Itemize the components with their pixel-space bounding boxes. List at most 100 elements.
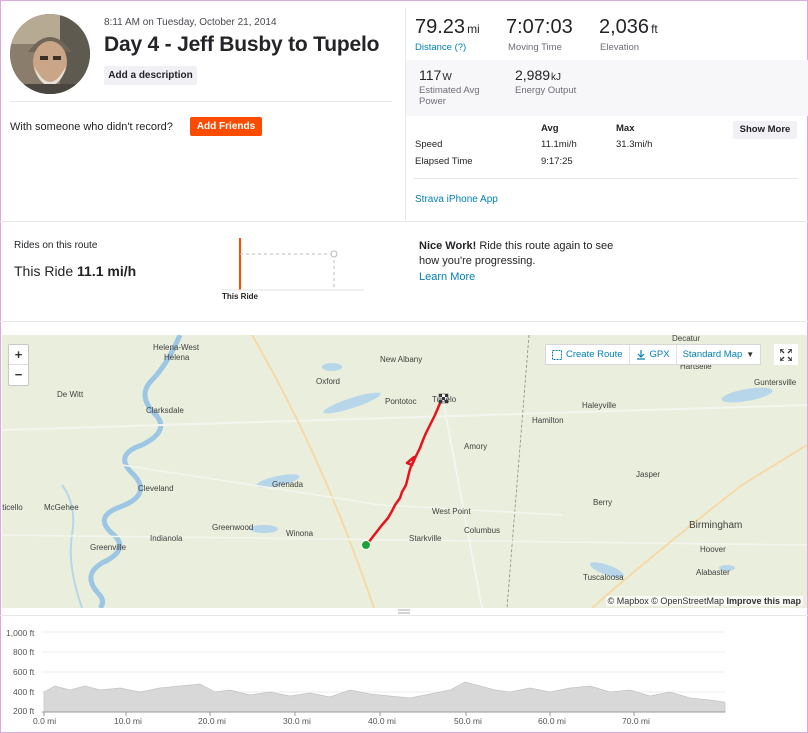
learn-more-link[interactable]: Learn More: [419, 271, 475, 283]
nice-work-message: Nice Work! Ride this route again to see …: [419, 240, 614, 267]
gpx-download-button[interactable]: GPX: [630, 345, 677, 364]
x-tick-label: 20.0 mi: [198, 716, 226, 726]
y-tick-label: 200 ft: [13, 706, 35, 716]
y-tick-label: 600 ft: [13, 667, 35, 677]
divider: [10, 101, 392, 102]
map-label: Greenwood: [212, 523, 254, 532]
add-description-button[interactable]: Add a description: [104, 66, 197, 85]
map-label: Berry: [593, 498, 613, 507]
x-tick-label: 10.0 mi: [114, 716, 142, 726]
expand-icon: [780, 348, 792, 361]
map-label: Oxford: [316, 377, 341, 386]
device-link[interactable]: Strava iPhone App: [415, 194, 498, 205]
map-label: Columbus: [464, 526, 501, 535]
divider: [0, 321, 808, 322]
map-label: Decatur: [672, 335, 701, 343]
table-header-avg: Avg: [541, 123, 559, 134]
energy-value: 2,989kJ: [515, 67, 562, 83]
elevation-label: Elevation: [600, 42, 640, 53]
map-label: Haleyville: [582, 401, 617, 410]
show-more-button[interactable]: Show More: [733, 121, 797, 139]
map-style-dropdown[interactable]: Standard Map ▼: [677, 345, 761, 364]
route-comparison-chart: [222, 238, 364, 291]
divider: [414, 178, 798, 179]
activity-datetime: 8:11 AM on Tuesday, October 21, 2014: [104, 17, 277, 28]
map-label: Guntersville: [754, 378, 797, 387]
x-tick-label: 70.0 mi: [622, 716, 650, 726]
y-tick-label: 400 ft: [13, 687, 35, 697]
table-cell: 31.3mi/h: [616, 139, 653, 150]
map-label: tticello: [2, 503, 23, 512]
rides-on-route-heading: Rides on this route: [14, 240, 98, 251]
route-icon: [552, 349, 562, 360]
map-label: Helena-West: [153, 343, 200, 352]
create-route-button[interactable]: Create Route: [546, 345, 630, 364]
power-value: 117W: [419, 67, 452, 83]
moving-time-value: 7:07:03: [506, 16, 573, 38]
map-label: Grenada: [272, 480, 304, 489]
table-row-label: Elapsed Time: [415, 156, 473, 167]
table-header-max: Max: [616, 123, 635, 134]
elevation-area: [43, 681, 726, 713]
y-tick-label: 800 ft: [13, 647, 35, 657]
gpx-label: GPX: [649, 349, 670, 360]
distance-value: 79.23 mi: [415, 16, 480, 38]
map-label: Winona: [286, 529, 314, 538]
x-tick-label: 60.0 mi: [538, 716, 566, 726]
map-label: Indianola: [150, 534, 183, 543]
download-icon: [636, 349, 645, 360]
map-attribution: © Mapbox © OpenStreetMap Improve this ma…: [605, 596, 803, 606]
zoom-in-button[interactable]: +: [9, 345, 28, 365]
map-label: McGehee: [44, 503, 79, 512]
map-label: Starkville: [409, 534, 442, 543]
osm-link[interactable]: © OpenStreetMap: [651, 596, 724, 606]
map-label: Alabaster: [696, 568, 730, 577]
add-friends-button[interactable]: Add Friends: [190, 117, 262, 136]
power-label: Estimated Avg Power: [419, 85, 480, 107]
map-label: Hoover: [700, 545, 726, 554]
create-route-label: Create Route: [566, 349, 623, 360]
athlete-avatar[interactable]: [10, 14, 90, 94]
map-background: [2, 335, 807, 608]
map-label: Pontotoc: [385, 397, 417, 406]
map-label: Tuscaloosa: [583, 573, 624, 582]
map-label: De Witt: [57, 390, 84, 399]
elevation-value: 2,036 ft: [599, 16, 658, 38]
map-label: Birmingham: [689, 520, 743, 531]
with-someone-text: With someone who didn't record?: [10, 121, 173, 133]
map-toolbar: Create Route GPX Standard Map ▼: [545, 344, 762, 365]
map-label: Tupelo: [432, 395, 457, 404]
mapbox-link[interactable]: © Mapbox: [608, 596, 649, 606]
zoom-out-button[interactable]: −: [9, 365, 28, 385]
route-map[interactable]: Helena-West Helena De Witt Clarksdale Ox…: [2, 335, 807, 608]
this-ride-chart-label: This Ride: [222, 292, 259, 301]
divider: [0, 615, 808, 616]
map-label: Amory: [464, 442, 488, 451]
y-tick-label: 1,000 ft: [6, 628, 35, 638]
map-label: West Point: [432, 507, 471, 516]
this-ride-speed: This Ride 11.1 mi/h: [14, 263, 137, 279]
map-label: Clarksdale: [146, 406, 184, 415]
map-label: Helena: [164, 353, 190, 362]
moving-time-label: Moving Time: [508, 42, 562, 53]
x-tick-label: 30.0 mi: [283, 716, 311, 726]
divider: [0, 221, 808, 222]
map-label: Jasper: [636, 470, 661, 479]
fullscreen-button[interactable]: [774, 344, 798, 365]
activity-title: Day 4 - Jeff Busby to Tupelo: [104, 33, 380, 56]
chevron-down-icon: ▼: [746, 350, 755, 359]
map-label: Cleveland: [138, 484, 174, 493]
table-row-label: Speed: [415, 139, 443, 150]
table-cell: 11.1mi/h: [541, 139, 577, 150]
x-tick-label: 0.0 mi: [33, 716, 57, 726]
zoom-control: + −: [8, 344, 29, 386]
map-style-label: Standard Map: [682, 349, 743, 360]
x-tick-label: 50.0 mi: [454, 716, 482, 726]
map-label: New Albany: [380, 355, 423, 364]
energy-label: Energy Output: [515, 85, 577, 96]
distance-label[interactable]: Distance (?): [415, 42, 466, 53]
x-tick-label: 40.0 mi: [368, 716, 396, 726]
table-cell: 9:17:25: [541, 156, 573, 167]
improve-map-link[interactable]: Improve this map: [726, 596, 801, 606]
map-label: Greenville: [90, 543, 127, 552]
